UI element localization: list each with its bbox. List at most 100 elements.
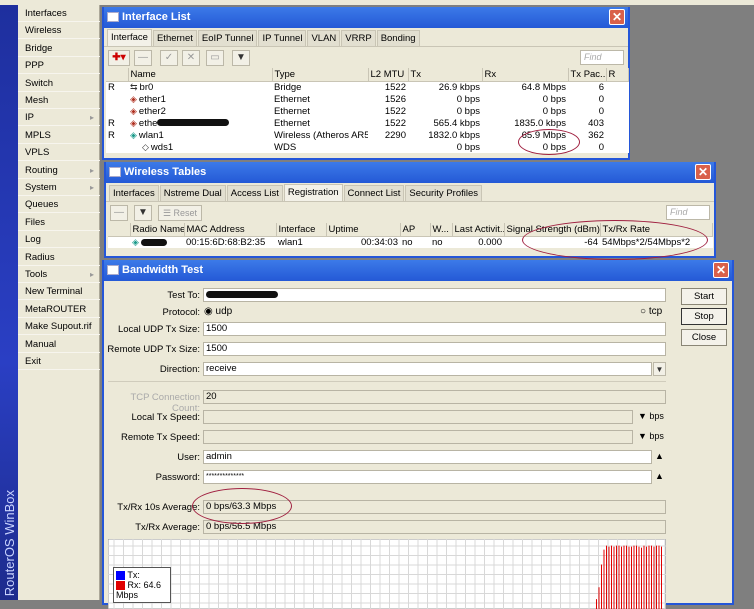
sidebar-item-ip[interactable]: IP ▸ [18,109,100,127]
remove-icon[interactable]: — [110,205,128,221]
sidebar-item-system[interactable]: System ▸ [18,179,100,196]
column-header[interactable]: Tx Pac... [568,68,607,82]
find-input[interactable]: Find [580,50,624,65]
local-speed-dropdown[interactable]: ▼ bps [638,411,664,421]
column-header[interactable]: Name [128,68,273,82]
tab-eoip-tunnel[interactable]: EoIP Tunnel [197,30,258,46]
stop-button[interactable]: Stop [681,308,727,325]
remote-speed-input[interactable] [203,430,633,444]
password-input[interactable]: ************** [203,470,652,484]
comment-icon[interactable]: ▭ [206,50,224,66]
table-row[interactable]: ◈ ether1 Ethernet 1526 0 bps 0 bps 0 [106,93,628,105]
column-header[interactable]: Rx [482,68,569,82]
remote-speed-dropdown[interactable]: ▼ bps [638,431,664,441]
tab-nstreme-dual[interactable]: Nstreme Dual [159,185,226,201]
sidebar-item-vpls[interactable]: VPLS [18,144,100,162]
sidebar-item-wireless[interactable]: Wireless [18,22,100,40]
redacted-address [206,290,278,298]
tab-registration[interactable]: Registration [283,184,343,201]
disable-icon[interactable]: ✕ [182,50,200,66]
local-speed-input[interactable] [203,410,633,424]
tcp-count-input[interactable]: 20 [203,390,666,404]
column-header[interactable]: Radio Name [130,223,185,237]
wds-icon: ◇ [142,141,149,152]
sidebar-item-tools[interactable]: Tools ▸ [18,266,100,283]
sidebar-item-queues[interactable]: Queues [18,196,100,214]
reset-button[interactable]: ☰ Reset [158,205,202,221]
sidebar-item-metarouter[interactable]: MetaROUTER [18,301,100,318]
start-button[interactable]: Start [681,288,727,305]
type-cell: Ethernet [274,93,310,105]
tab-vrrp[interactable]: VRRP [341,30,376,46]
tab-security-profiles[interactable]: Security Profiles [405,185,482,201]
sidebar-item-label: Radius [25,251,55,263]
sidebar-item-make-supout-rif[interactable]: Make Supout.rif [18,318,100,336]
tx-cell: 0 bps [456,93,480,105]
tab-ip-tunnel[interactable]: IP Tunnel [258,30,307,46]
protocol-tcp-radio[interactable]: ○ tcp [640,306,662,317]
sidebar-item-mesh[interactable]: Mesh [18,92,100,109]
sidebar-item-bridge[interactable]: Bridge [18,40,100,57]
sidebar-item-switch[interactable]: Switch [18,75,100,92]
sidebar-item-radius[interactable]: Radius [18,249,100,266]
sidebar-item-manual[interactable]: Manual [18,336,100,353]
column-header[interactable] [106,68,129,82]
user-collapse-icon[interactable]: ▲ [655,451,664,461]
local-udp-input[interactable]: 1500 [203,322,666,336]
tab-connect-list[interactable]: Connect List [343,185,405,201]
table-row[interactable]: ◈ ether2 Ethernet 1522 0 bps 0 bps 0 [106,105,628,117]
title-bar[interactable]: Wireless Tables ✕ [106,162,714,183]
tab-bonding[interactable]: Bonding [376,30,420,46]
title-bar[interactable]: Interface List ✕ [104,7,628,28]
find-input[interactable]: Find [666,205,710,220]
tab-vlan[interactable]: VLAN [307,30,341,46]
remove-icon[interactable]: — [134,50,152,66]
enable-icon[interactable]: ✓ [160,50,178,66]
sidebar-item-new-terminal[interactable]: New Terminal [18,283,100,301]
column-header[interactable]: Tx [408,68,483,82]
tab-interfaces[interactable]: Interfaces [109,185,159,201]
sidebar-item-interfaces[interactable]: Interfaces [18,5,100,22]
column-header[interactable]: L2 MTU [368,68,409,82]
password-collapse-icon[interactable]: ▲ [655,471,664,481]
sidebar-item-label: Interfaces [25,8,67,19]
tab-access-list[interactable]: Access List [226,185,283,201]
sidebar-item-log[interactable]: Log [18,231,100,249]
filter-icon[interactable]: ▼ [134,205,152,221]
sidebar-item-label: Routing [25,164,58,176]
type-cell: Ethernet [274,117,310,129]
column-header[interactable]: AP [400,223,431,237]
sidebar-item-ppp[interactable]: PPP [18,57,100,75]
close-icon[interactable]: ✕ [695,164,711,180]
sidebar-item-mpls[interactable]: MPLS [18,127,100,144]
column-header[interactable]: Interface [276,223,327,237]
close-icon[interactable]: ✕ [713,262,729,278]
flag-cell: R [108,117,115,129]
column-header[interactable]: MAC Address [184,223,277,237]
column-header[interactable]: R [606,68,629,82]
column-header[interactable]: Uptime [326,223,401,237]
tab-ethernet[interactable]: Ethernet [152,30,197,46]
table-row[interactable]: R ⇆ br0 Bridge 1522 26.9 kbps 64.8 Mbps 6 [106,81,628,93]
add-icon[interactable]: ✚▾ [108,50,130,66]
direction-dropdown-icon[interactable]: ▼ [653,362,666,376]
sidebar-item-files[interactable]: Files [18,214,100,231]
column-header[interactable]: W... [430,223,453,237]
close-button[interactable]: Close [681,329,727,346]
table-row[interactable]: R ◈ ethe Ethernet 1522 565.4 kbps 1835.0 kbps 4… [106,117,628,129]
title-bar[interactable]: Bandwidth Test ✕ [104,260,732,281]
bandwidth-graph [108,539,666,609]
protocol-udp-radio[interactable]: ◉ udp [204,306,232,317]
filter-icon[interactable]: ▼ [232,50,250,66]
test-to-input[interactable] [203,288,666,302]
column-header[interactable]: Last Activit... [452,223,505,237]
column-header[interactable]: Type [272,68,369,82]
close-icon[interactable]: ✕ [609,9,625,25]
sidebar-item-routing[interactable]: Routing ▸ [18,162,100,179]
tab-interface[interactable]: Interface [107,29,152,46]
user-input[interactable]: admin [203,450,652,464]
remote-udp-input[interactable]: 1500 [203,342,666,356]
window-title: Bandwidth Test [122,264,204,276]
sidebar-item-exit[interactable]: Exit [18,353,100,370]
direction-select[interactable]: receive [203,362,652,376]
